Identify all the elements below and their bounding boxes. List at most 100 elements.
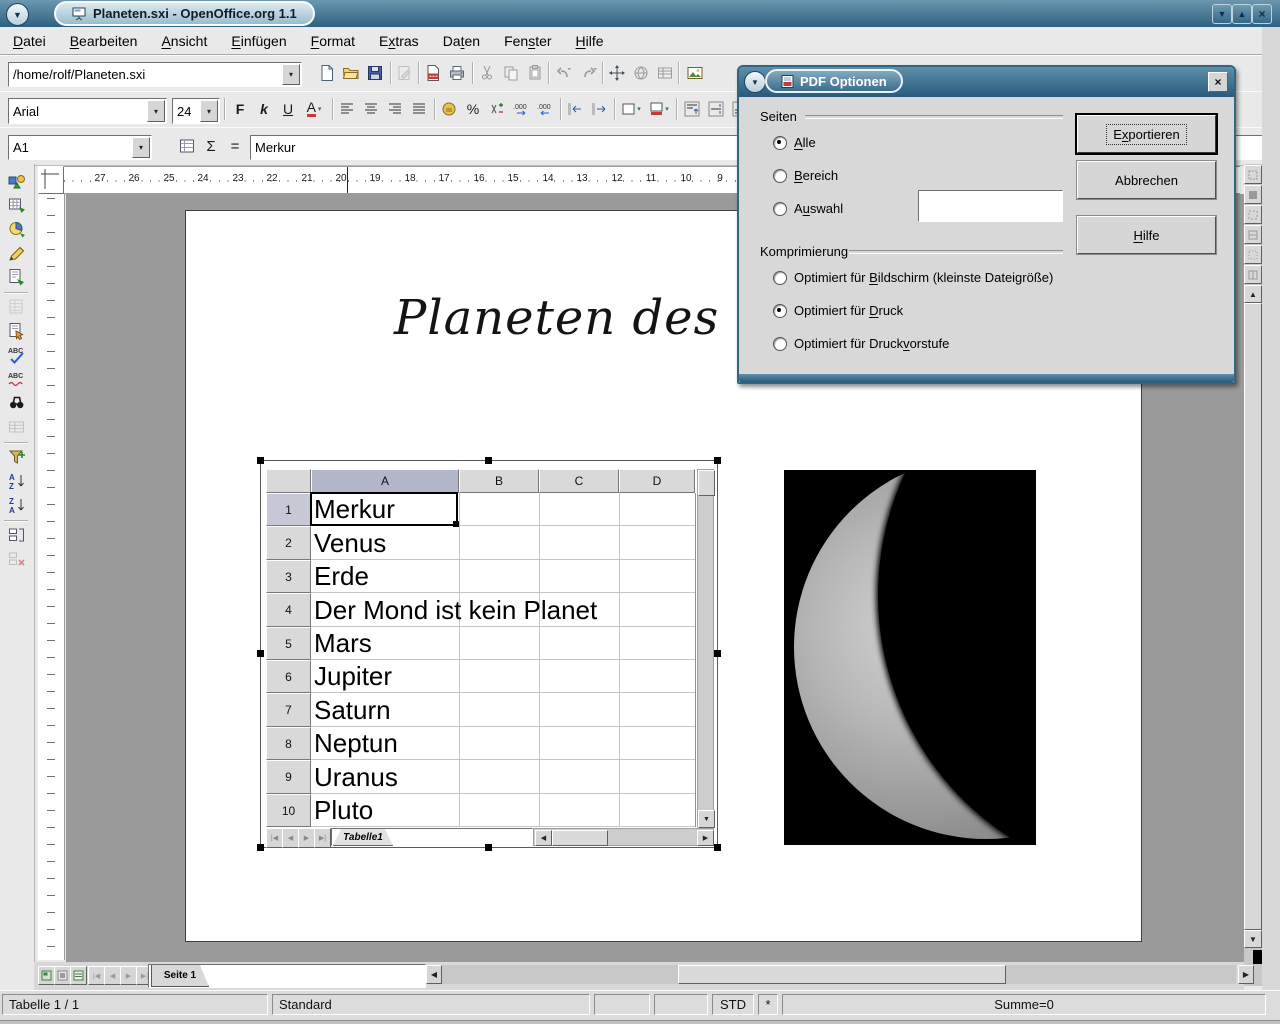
- fill-handle[interactable]: [453, 521, 459, 527]
- menu-fenster[interactable]: Fenster: [495, 30, 560, 52]
- column-header-C[interactable]: C: [539, 469, 619, 493]
- ruler-margin-divider[interactable]: [347, 167, 348, 193]
- resize-handle[interactable]: [257, 457, 264, 464]
- scrollbar-thumb[interactable]: [1244, 303, 1262, 930]
- find-icon[interactable]: [6, 392, 28, 414]
- embedded-spreadsheet[interactable]: A B C D 1Merkur 2Venus 3Erde 4Der Mond i…: [260, 460, 718, 848]
- first-sheet-button[interactable]: |◀: [266, 828, 283, 848]
- open-document-icon[interactable]: [340, 62, 362, 84]
- last-sheet-button[interactable]: ▶|: [314, 828, 331, 848]
- row-header[interactable]: 9: [266, 760, 311, 794]
- copy-icon[interactable]: [500, 62, 522, 84]
- menu-extras[interactable]: Extras: [370, 30, 428, 52]
- sheet-row[interactable]: 8Neptun: [266, 727, 695, 760]
- status-page-style[interactable]: Standard: [272, 994, 590, 1015]
- ungroup-icon[interactable]: [6, 548, 28, 570]
- navigator-icon[interactable]: [606, 62, 628, 84]
- sheet-tab[interactable]: Tabelle1: [333, 829, 393, 846]
- row-header[interactable]: 6: [266, 660, 311, 693]
- sheet-row[interactable]: 7Saturn: [266, 693, 695, 727]
- cell-value[interactable]: Venus: [314, 526, 386, 560]
- standard-format-icon[interactable]: [486, 98, 508, 120]
- insert-object-icon[interactable]: [6, 170, 28, 192]
- background-color-button[interactable]: ▾: [646, 98, 672, 120]
- resize-handle[interactable]: [257, 844, 264, 851]
- scroll-right-button[interactable]: ▶: [697, 830, 714, 846]
- scrollbar-thumb[interactable]: [698, 470, 715, 496]
- column-header-A[interactable]: A: [311, 469, 459, 493]
- radio-auswahl[interactable]: [773, 202, 787, 216]
- radio-bildschirm[interactable]: [773, 271, 787, 285]
- row-header[interactable]: 8: [266, 727, 311, 760]
- scroll-right-button[interactable]: ▶: [1238, 965, 1254, 984]
- sheet-horizontal-scrollbar[interactable]: ◀ ▶: [533, 828, 714, 846]
- sheet-row[interactable]: 3Erde: [266, 560, 695, 593]
- view-mode-button-2[interactable]: [54, 966, 71, 985]
- resize-handle[interactable]: [714, 844, 721, 851]
- function-button[interactable]: =: [224, 135, 246, 157]
- sheet-row[interactable]: 2Venus: [266, 526, 695, 560]
- menu-hilfe[interactable]: Hilfe: [567, 30, 613, 52]
- paste-icon[interactable]: [524, 62, 546, 84]
- save-document-icon[interactable]: [364, 62, 386, 84]
- bold-button[interactable]: F: [229, 98, 251, 120]
- layer-button-1[interactable]: [1244, 165, 1262, 184]
- resize-handle[interactable]: [714, 650, 721, 657]
- window-menu-button[interactable]: ▼: [6, 3, 29, 26]
- group-icon[interactable]: [6, 524, 28, 546]
- cell-value[interactable]: Uranus: [314, 760, 398, 794]
- insert-cells-icon[interactable]: [6, 194, 28, 216]
- spellcheck-icon[interactable]: ABC: [6, 344, 28, 366]
- maximize-button[interactable]: ▲: [1232, 4, 1252, 24]
- cell-value[interactable]: Neptun: [314, 727, 398, 760]
- status-sum[interactable]: Summe=0: [782, 994, 1266, 1015]
- sheet-vertical-scrollbar[interactable]: ▼: [697, 469, 714, 827]
- row-header[interactable]: 10: [266, 794, 311, 827]
- layer-button-2[interactable]: [1244, 185, 1262, 204]
- layer-button-6[interactable]: [1244, 265, 1262, 284]
- resize-handle[interactable]: [257, 650, 264, 657]
- insert-sheet-icon[interactable]: [6, 296, 28, 318]
- dialog-close-button[interactable]: ×: [1208, 72, 1228, 92]
- radio-druckvorstufe-label[interactable]: Optimiert für Druckvorstufe: [794, 336, 949, 351]
- sheet-row[interactable]: 4Der Mond ist kein Planet: [266, 593, 695, 627]
- radio-druck[interactable]: [773, 304, 787, 318]
- decrease-indent-icon[interactable]: [564, 98, 586, 120]
- cut-icon[interactable]: [476, 62, 498, 84]
- radio-druck-label[interactable]: Optimiert für Druck: [794, 303, 903, 318]
- menu-daten[interactable]: Daten: [434, 30, 489, 52]
- status-selection-mode[interactable]: STD: [712, 994, 754, 1015]
- url-dropdown-button[interactable]: ▾: [282, 64, 300, 85]
- redo-icon[interactable]: [578, 62, 600, 84]
- vertical-scrollbar[interactable]: ▲ ▼: [1244, 164, 1262, 986]
- resize-handle[interactable]: [714, 457, 721, 464]
- cell-value[interactable]: Saturn: [314, 693, 391, 727]
- horizontal-scrollbar[interactable]: [442, 965, 1236, 984]
- draw-functions-icon[interactable]: [6, 242, 28, 264]
- scroll-up-button[interactable]: ▲: [1244, 285, 1262, 303]
- layer-button-5[interactable]: [1244, 245, 1262, 264]
- delete-decimal-icon[interactable]: .000: [534, 98, 556, 120]
- font-color-button[interactable]: A▾: [301, 98, 327, 120]
- layer-button-3[interactable]: [1244, 205, 1262, 224]
- radio-druckvorstufe[interactable]: [773, 337, 787, 351]
- resize-handle[interactable]: [485, 457, 492, 464]
- sheet-row[interactable]: 5Mars: [266, 627, 695, 660]
- sheet-row[interactable]: 9Uranus: [266, 760, 695, 794]
- align-middle-icon[interactable]: [705, 98, 727, 120]
- italic-button[interactable]: k: [253, 98, 275, 120]
- dialog-menu-button[interactable]: ▼: [744, 71, 766, 93]
- bereich-input[interactable]: [919, 191, 1062, 221]
- sheet-row[interactable]: 10Pluto: [266, 794, 695, 827]
- page-tab[interactable]: Seite 1: [151, 965, 209, 987]
- sheet-corner-header[interactable]: [266, 469, 311, 493]
- menu-bearbeiten[interactable]: Bearbeiten: [61, 30, 147, 52]
- scroll-left-button[interactable]: ◀: [535, 830, 552, 846]
- cell-reference-input[interactable]: [9, 136, 151, 159]
- scroll-down-button[interactable]: ▼: [698, 810, 715, 828]
- sort-descending-icon[interactable]: ZA: [6, 494, 28, 516]
- menu-datei[interactable]: Datei: [4, 30, 55, 52]
- column-header-D[interactable]: D: [619, 469, 695, 493]
- sum-button[interactable]: Σ: [200, 135, 222, 157]
- align-top-icon[interactable]: [681, 98, 703, 120]
